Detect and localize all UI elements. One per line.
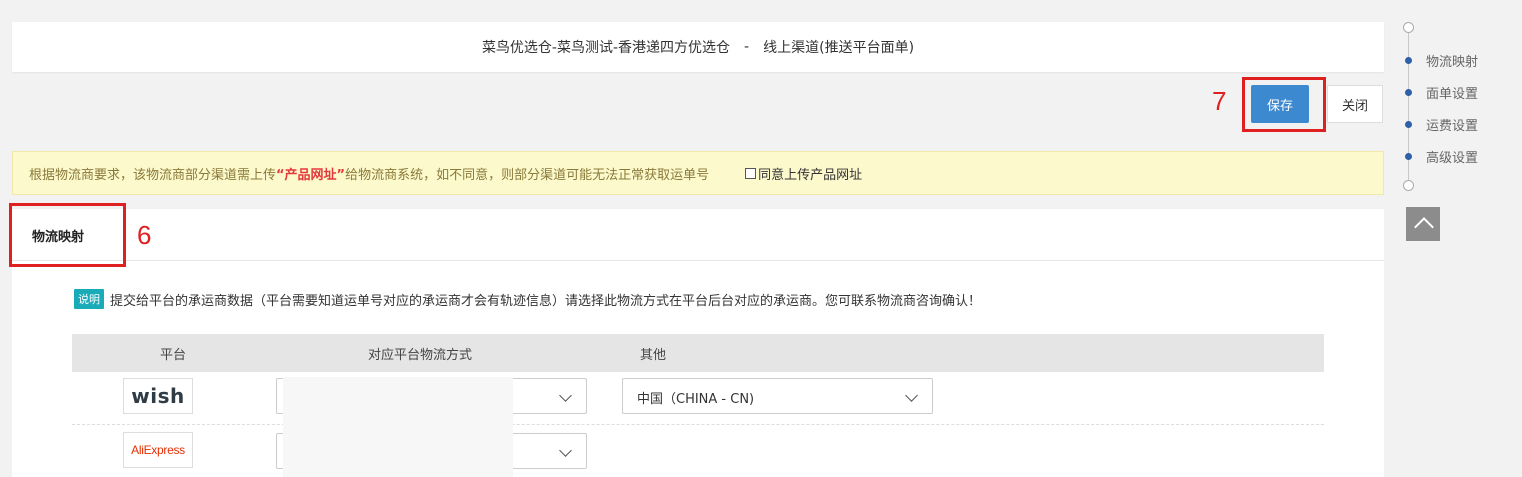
- chevron-up-icon: [1414, 217, 1434, 237]
- nav-dot-icon: [1405, 120, 1412, 128]
- upload-url-notice: 根据物流商要求，该物流商部分渠道需上传 “产品网址” 给物流商系统，如不同意，则…: [12, 151, 1384, 195]
- agree-upload-checkbox[interactable]: 同意上传产品网址: [745, 164, 862, 183]
- column-header-platform: 平台: [160, 348, 187, 363]
- side-nav-item-advanced-settings[interactable]: 高级设置: [1400, 146, 1478, 166]
- panel-header: 物流映射: [12, 209, 1384, 261]
- mapping-table-header: 平台 对应平台物流方式 其他: [72, 334, 1324, 372]
- annotation-box-tab: [9, 203, 126, 267]
- agree-upload-label: 同意上传产品网址: [758, 167, 863, 183]
- side-nav-end-ring: [1403, 180, 1414, 191]
- page-title-separator: -: [744, 39, 750, 55]
- side-nav-label: 物流映射: [1426, 54, 1479, 70]
- row-divider: [72, 424, 1324, 425]
- side-nav-label: 面单设置: [1426, 86, 1479, 102]
- notice-highlight: “产品网址”: [276, 167, 346, 183]
- side-nav-item-freight-settings[interactable]: 运费设置: [1400, 114, 1478, 134]
- side-nav-label: 高级设置: [1426, 150, 1479, 166]
- side-nav-start-ring: [1403, 22, 1414, 33]
- other-select-value: 中国（CHINA - CN): [637, 392, 755, 407]
- redacted-area: [283, 377, 513, 477]
- nav-dot-icon: [1405, 56, 1412, 64]
- page-title-left: 菜鸟优选仓-菜鸟测试-香港递四方优选仓: [481, 40, 731, 56]
- side-anchor-nav: 物流映射 面单设置 运费设置 高级设置: [1400, 22, 1510, 202]
- chevron-down-icon: [559, 389, 572, 402]
- explain-text: 提交给平台的承运商数据（平台需要知道运单号对应的承运商才会有轨迹信息）请选择此物…: [110, 293, 982, 309]
- page-title-bar: 菜鸟优选仓-菜鸟测试-香港递四方优选仓 - 线上渠道(推送平台面单): [12, 22, 1384, 72]
- notice-text-after: 给物流商系统，如不同意，则部分渠道可能无法正常获取运单号: [345, 167, 710, 183]
- annotation-number-7: 7: [1212, 86, 1227, 116]
- back-to-top-button[interactable]: [1406, 207, 1440, 241]
- column-header-shipping-method: 对应平台物流方式: [368, 348, 473, 363]
- chevron-down-icon: [559, 444, 572, 457]
- wish-logo-text: wish: [131, 384, 185, 408]
- annotation-box-save: [1242, 77, 1326, 132]
- column-header-other: 其他: [640, 348, 667, 363]
- side-nav-label: 运费设置: [1426, 118, 1479, 134]
- explain-tag: 说明: [74, 289, 104, 309]
- wish-logo: wish: [123, 378, 193, 414]
- notice-text-before: 根据物流商要求，该物流商部分渠道需上传: [29, 167, 277, 183]
- explain-line: 说明 提交给平台的承运商数据（平台需要知道运单号对应的承运商才会有轨迹信息）请选…: [74, 289, 981, 309]
- side-nav-item-logistics-mapping[interactable]: 物流映射: [1400, 50, 1478, 70]
- checkbox-icon[interactable]: [745, 167, 757, 179]
- aliexpress-logo-text: AliExpress: [131, 443, 185, 457]
- side-nav-item-label-settings[interactable]: 面单设置: [1400, 82, 1478, 102]
- aliexpress-logo: AliExpress: [123, 432, 193, 468]
- close-button[interactable]: 关闭: [1327, 85, 1383, 123]
- chevron-down-icon: [905, 389, 918, 402]
- annotation-number-6: 6: [137, 220, 152, 250]
- other-select-wish[interactable]: 中国（CHINA - CN): [622, 378, 933, 414]
- nav-dot-icon: [1405, 152, 1412, 160]
- nav-dot-icon: [1405, 88, 1412, 96]
- page-title-right: 线上渠道(推送平台面单): [763, 40, 915, 56]
- logistics-mapping-panel: 物流映射 说明 提交给平台的承运商数据（平台需要知道运单号对应的承运商才会有轨迹…: [12, 209, 1384, 477]
